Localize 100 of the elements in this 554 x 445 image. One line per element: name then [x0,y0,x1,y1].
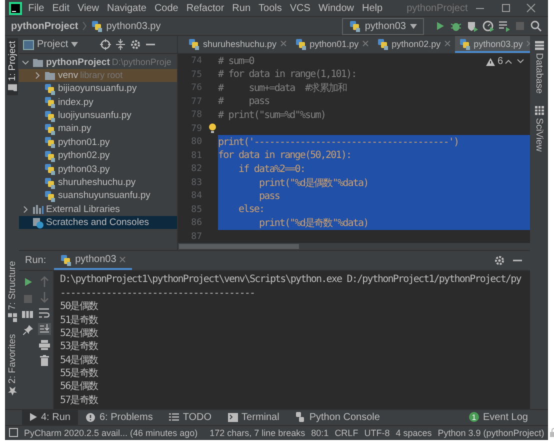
trash-icon[interactable] [40,355,49,366]
code-line: # sum+=data #求累加和 [218,82,347,96]
tree-item[interactable]: bijiaoyunsuanfu.py [19,82,177,96]
chevron-right-icon[interactable] [22,206,29,213]
breadcrumb-file[interactable]: python03.py [91,20,161,32]
code-line: # print("sum=%d"%sum) [218,110,326,121]
tool-window-tab[interactable]: Python Console [287,410,388,425]
tree-item[interactable]: suanshuyunsuanfu.py [19,189,177,203]
tree-item[interactable]: python02.py [19,149,177,162]
tool-window-button[interactable]: SciView [534,103,544,155]
python-file-icon [44,190,56,202]
collapse-all-icon[interactable] [116,39,126,50]
python-icon [295,412,306,422]
bug-icon[interactable] [450,20,462,32]
tool-window-label: 1: Project [6,41,18,82]
tree-item[interactable]: main.py [19,122,177,136]
code-line: for data in range(50,201): [218,150,352,162]
soft-wrap-icon[interactable] [39,308,50,318]
python-file-icon [91,20,104,32]
chevron-down-icon[interactable] [517,59,524,64]
console-line: D:\pythonProject1\pythonProject\venv\Scripts\python.exe D:/pythonProject1/pythonProject/py [60,273,522,287]
warning-icon[interactable] [486,58,496,66]
tool-window-tab[interactable]: Terminal [220,410,288,425]
scrollbar-thumb[interactable] [179,244,299,250]
run-icon [30,413,37,422]
settings-icon[interactable] [130,39,142,50]
crosshair-icon[interactable] [100,39,112,50]
tree-item[interactable]: Scratches and Consoles [19,216,177,230]
editor-tab[interactable]: python03.py [454,36,530,54]
panel-toggle-icon[interactable] [9,428,18,438]
tool-window-button[interactable]: 1: Project [6,38,18,96]
tool-window-button[interactable]: Database [534,38,544,98]
list-run-icon[interactable] [498,20,510,32]
chevron-up-icon[interactable] [505,59,512,64]
menu-item[interactable]: Help [358,2,387,14]
status-item[interactable]: UTF-8 [364,428,390,438]
tool-window-button[interactable]: 2: Favorites [6,331,18,400]
layout-icon[interactable] [22,310,33,320]
lightbulb-icon[interactable] [208,123,216,134]
python-file-icon [44,150,56,162]
tool-window-button[interactable]: 7: Structure [6,258,18,326]
menu-item[interactable]: Code [150,2,182,14]
menu-item[interactable]: Refactor [182,2,228,14]
printer-icon[interactable] [39,340,50,350]
tree-item[interactable]: shuruheshuchu.py [19,176,177,190]
status-item[interactable]: CRLF [334,428,358,438]
menu-item[interactable]: Navigate [102,2,150,14]
settings-icon[interactable] [494,255,505,266]
close-icon[interactable] [526,3,536,14]
tree-item[interactable]: python03.py [19,162,177,176]
chevron-down-icon[interactable] [22,58,29,66]
event-log-tab[interactable]: 1 Event Log [460,410,536,425]
code-line: print('--------------------------------------') [218,136,459,148]
editor-tab[interactable]: python02.py [372,36,455,54]
tool-window-tab[interactable]: 6: Problems [78,410,161,425]
warning-count[interactable]: 6 [497,56,503,68]
tree-item[interactable]: External Libraries [19,202,177,216]
run-icon[interactable] [434,20,446,32]
menu-item[interactable]: Run [228,2,255,14]
search-icon[interactable] [530,20,542,32]
caret-down-icon [71,42,78,48]
code-line: pass [258,190,280,202]
editor-tab[interactable]: shuruheshuchu.py [184,36,291,54]
editor-tab[interactable]: python01.py [290,36,373,54]
status-item[interactable]: 172 chars, 7 line breaks [210,428,306,438]
structure-icon [8,313,16,322]
menu-item[interactable]: Edit [48,2,74,14]
maximize-icon[interactable] [500,3,511,14]
scroll-to-end-icon[interactable] [38,323,51,336]
tree-item[interactable]: index.py [19,96,177,109]
project-view-dropdown[interactable]: Project [23,39,78,50]
tree-item[interactable]: pythonProject D:\pythonProje [19,55,177,69]
tree-item[interactable]: venv library root [19,68,177,82]
line-number: 83 [190,178,203,188]
status-item[interactable]: 4 spaces [396,428,432,438]
menu-item[interactable]: Tools [254,2,286,14]
status-item[interactable]: Python 3.9 (pythonProject) [438,428,544,438]
scratch-file-icon [32,216,44,229]
menu-item[interactable]: View [73,2,103,14]
menu-item[interactable]: Window [314,2,358,14]
tool-window-tab[interactable]: TODO [160,410,220,425]
python-file-icon [44,163,56,176]
tool-window-tab[interactable]: 4: Run [22,410,78,425]
gauge-icon[interactable] [482,20,494,32]
window-title: pythonProject [406,2,468,14]
tree-item[interactable]: python01.py [19,136,177,150]
tree-item[interactable]: luojiyunsuanfu.py [19,108,177,122]
line-number: 79 [190,124,203,134]
code-line: print("%d是奇数"%data) [258,217,368,230]
code-line: # for data in range(1,101): [218,69,356,80]
chevron-right-icon[interactable] [34,72,41,79]
pin-icon[interactable] [22,325,32,336]
line-number: 84 [190,191,203,202]
status-item[interactable]: 80:1 [311,428,329,438]
run-configuration-dropdown[interactable]: python03 [342,18,424,35]
shield-icon[interactable] [466,20,478,32]
breadcrumb-project[interactable]: pythonProject [11,20,78,32]
menu-item[interactable]: VCS [286,2,314,14]
menu-item[interactable]: File [24,2,48,14]
console-line: 51是奇数 [60,314,99,327]
